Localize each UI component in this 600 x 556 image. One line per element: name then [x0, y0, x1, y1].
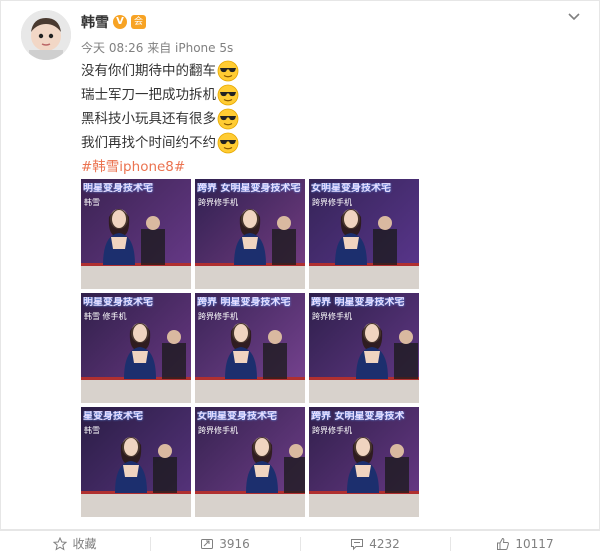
photo-thumbnail[interactable]: 女明星变身技术宅 跨界修手机	[309, 179, 419, 289]
like-button[interactable]: 10117	[450, 531, 600, 556]
photo-thumbnail[interactable]: 女明星变身技术宅 跨界修手机	[195, 407, 305, 517]
cool-emoji-icon	[217, 108, 239, 130]
avatar[interactable]	[21, 10, 71, 60]
photo-thumbnail[interactable]: 跨界 女明星变身技术 跨界修手机	[309, 407, 419, 517]
post-meta[interactable]: 今天 08:26 来自 iPhone 5s	[81, 39, 233, 56]
post-action-bar: 收藏 3916 4232 10117	[0, 530, 600, 556]
verified-badge-icon[interactable]: V	[113, 15, 127, 29]
thumbs-up-icon	[497, 537, 510, 550]
author-row: 韩雪 V 会	[81, 12, 146, 32]
photo-subtitle-text: 韩雪	[84, 198, 100, 207]
photo-subtitle-text: 跨界修手机	[312, 198, 352, 207]
post-text: 没有你们期待中的翻车	[81, 63, 216, 79]
photo-banner-text: 明星变身技术宅	[83, 297, 153, 308]
post-text-line: 我们再找个时间约不约	[81, 131, 239, 155]
photo-thumbnail[interactable]: 跨界 明星变身技术宅 跨界修手机	[195, 293, 305, 403]
author-name[interactable]: 韩雪	[81, 12, 109, 32]
photo-banner-text: 跨界 明星变身技术宅	[311, 297, 405, 308]
comment-count: 4232	[369, 536, 400, 551]
post-content: 没有你们期待中的翻车 瑞士军刀一把成功拆机 黑科技小玩具还有很多 我们再找个时间约不约…	[81, 59, 239, 179]
photo-banner-text: 女明星变身技术宅	[197, 411, 277, 422]
photo-banner-text: 星变身技术宅	[83, 411, 143, 422]
photo-banner-text: 跨界 女明星变身技术宅	[197, 183, 301, 194]
topic-hashtag-link[interactable]: #韩雪iphone8#	[81, 155, 239, 179]
photo-banner-text: 跨界 明星变身技术宅	[197, 297, 291, 308]
photo-subtitle-text: 韩雪 修手机	[84, 312, 127, 321]
favorite-label: 收藏	[72, 537, 97, 551]
favorite-button[interactable]: 收藏	[0, 531, 150, 556]
cool-emoji-icon	[217, 60, 239, 82]
like-count: 10117	[515, 536, 554, 551]
post-text-line: 没有你们期待中的翻车	[81, 59, 239, 83]
repost-count: 3916	[219, 536, 250, 551]
star-icon	[53, 536, 68, 551]
photo-subtitle-text: 韩雪	[84, 426, 100, 435]
photo-thumbnail[interactable]: 明星变身技术宅 韩雪	[81, 179, 191, 289]
photo-thumbnail[interactable]: 明星变身技术宅 韩雪 修手机	[81, 293, 191, 403]
member-badge-icon[interactable]: 会	[131, 15, 146, 29]
photo-subtitle-text: 跨界修手机	[312, 426, 352, 435]
photo-subtitle-text: 跨界修手机	[312, 312, 352, 321]
photo-grid: 明星变身技术宅 韩雪 跨界 女明星变身技术宅 跨界修手机 女明星变身技术宅 跨界修手机 明星…	[81, 179, 419, 517]
post-text: 我们再找个时间约不约	[81, 135, 216, 151]
cool-emoji-icon	[217, 84, 239, 106]
photo-thumbnail[interactable]: 跨界 明星变身技术宅 跨界修手机	[309, 293, 419, 403]
comment-icon	[351, 538, 364, 550]
post-text: 黑科技小玩具还有很多	[81, 111, 216, 127]
photo-subtitle-text: 跨界修手机	[198, 426, 238, 435]
photo-banner-text: 跨界 女明星变身技术	[311, 411, 405, 422]
photo-subtitle-text: 跨界修手机	[198, 312, 238, 321]
post-text-line: 黑科技小玩具还有很多	[81, 107, 239, 131]
weibo-post-card: 韩雪 V 会 今天 08:26 来自 iPhone 5s 没有你们期待中的翻车瑞…	[0, 0, 600, 530]
comment-button[interactable]: 4232	[300, 531, 450, 556]
photo-banner-text: 明星变身技术宅	[83, 183, 153, 194]
repost-button[interactable]: 3916	[150, 531, 300, 556]
photo-thumbnail[interactable]: 跨界 女明星变身技术宅 跨界修手机	[195, 179, 305, 289]
cool-emoji-icon	[217, 132, 239, 154]
photo-banner-text: 女明星变身技术宅	[311, 183, 391, 194]
photo-thumbnail[interactable]: 星变身技术宅 韩雪	[81, 407, 191, 517]
post-text-line: 瑞士军刀一把成功拆机	[81, 83, 239, 107]
post-text: 瑞士军刀一把成功拆机	[81, 87, 216, 103]
photo-subtitle-text: 跨界修手机	[198, 198, 238, 207]
repost-icon	[201, 538, 214, 549]
chevron-down-icon[interactable]	[567, 9, 581, 23]
